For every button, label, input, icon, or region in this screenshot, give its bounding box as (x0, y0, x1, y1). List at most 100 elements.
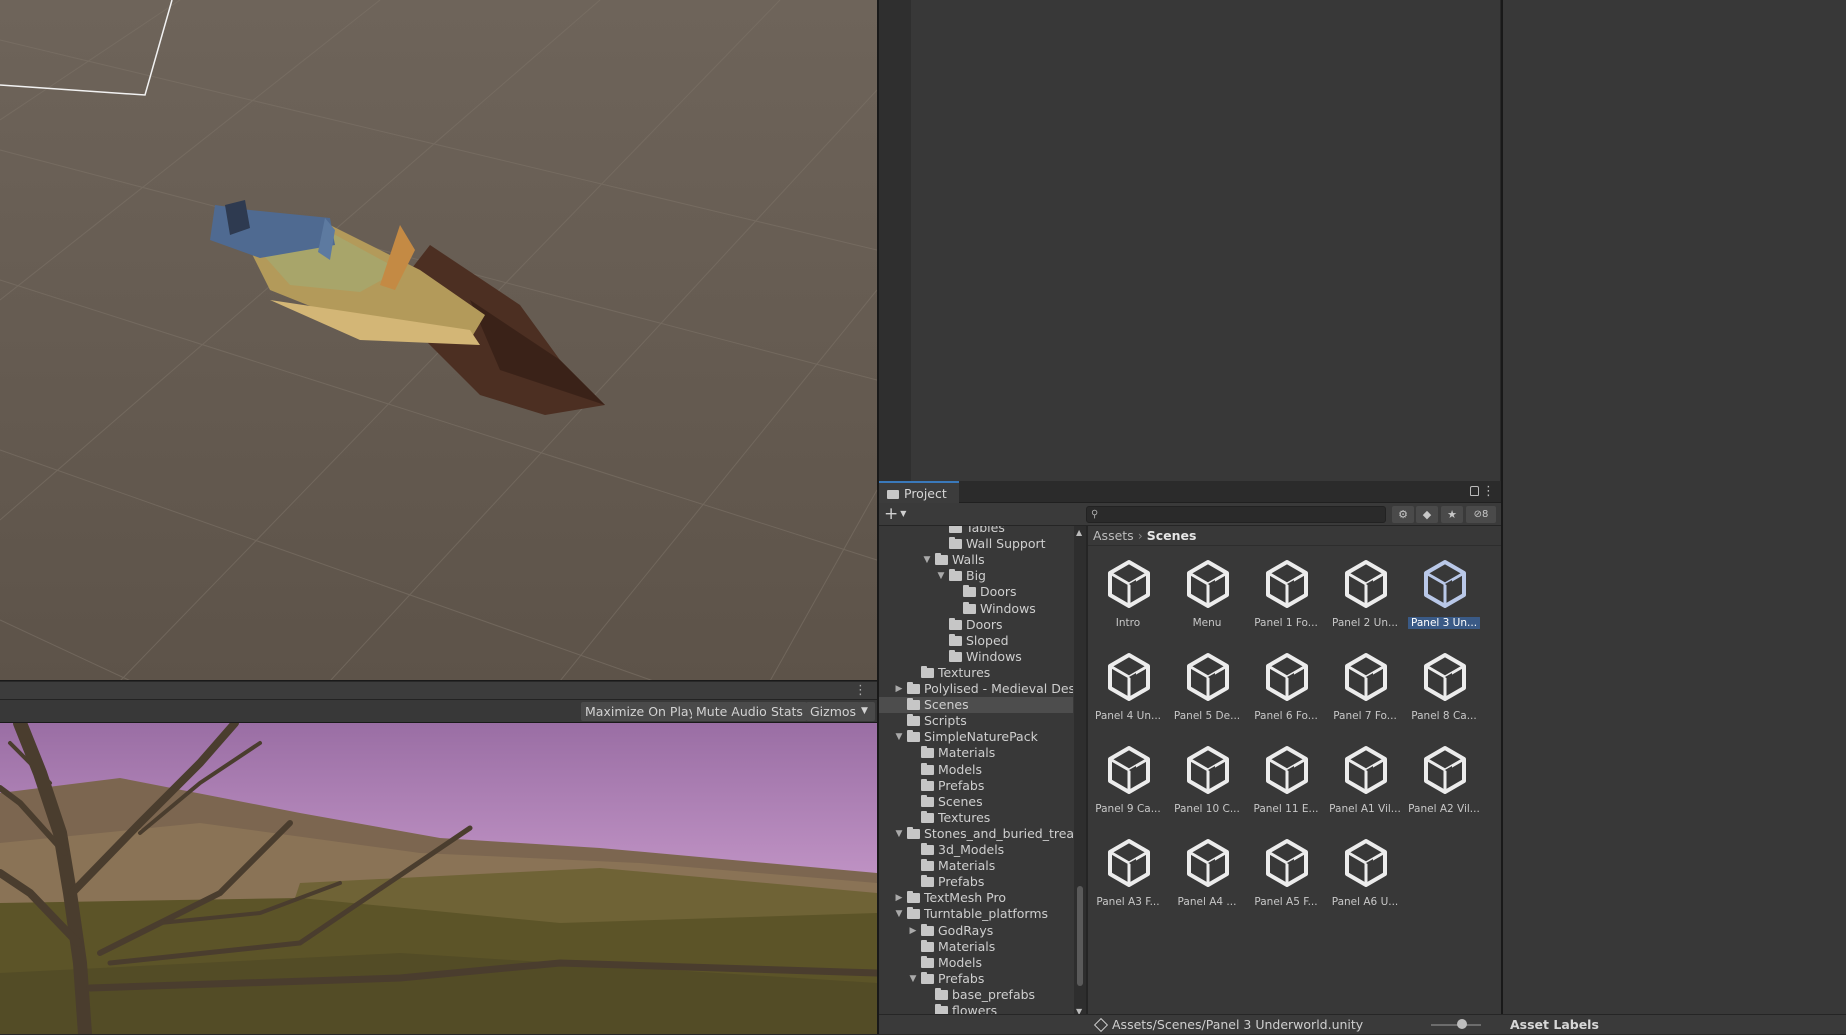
tree-item[interactable]: Prefabs (879, 874, 1073, 890)
chevron-right-icon[interactable]: ▶ (894, 890, 904, 906)
maximize-on-play-toggle[interactable]: Maximize On Play (581, 702, 700, 721)
create-asset-button[interactable]: + ▼ (884, 505, 914, 523)
scene-asset[interactable]: Panel A6 U... (1329, 836, 1401, 926)
chevron-down-icon[interactable]: ▼ (894, 826, 904, 842)
asset-labels-header[interactable]: Asset Labels (1501, 1014, 1846, 1034)
unity-scene-icon (1266, 839, 1308, 887)
tree-item[interactable]: Sloped (879, 633, 1073, 649)
tree-item[interactable]: Scenes (879, 697, 1073, 714)
tree-item[interactable]: Doors (879, 584, 1073, 600)
icon-size-slider-knob[interactable] (1457, 1019, 1467, 1029)
chevron-down-icon[interactable]: ▼ (894, 729, 904, 745)
scene-asset[interactable]: Panel 5 De... (1171, 650, 1243, 740)
tree-item[interactable]: Models (879, 955, 1073, 971)
scene-asset-label: Panel 7 Fo... (1333, 710, 1397, 722)
tree-item[interactable]: Scenes (879, 794, 1073, 810)
scroll-up-icon[interactable]: ▲ (1076, 528, 1082, 537)
search-input[interactable]: ⚲ (1086, 506, 1386, 523)
tab-project[interactable]: Project (879, 481, 959, 503)
scrollbar-thumb[interactable] (1077, 886, 1083, 986)
scene-asset[interactable]: Panel 10 C... (1171, 743, 1243, 833)
tree-item[interactable]: ▶ Polylised - Medieval Dese (879, 681, 1073, 697)
tree-item[interactable]: 3d_Models (879, 842, 1073, 858)
tree-item[interactable]: Scripts (879, 713, 1073, 729)
scene-asset[interactable]: Panel 3 Un... (1408, 557, 1480, 647)
tree-item[interactable]: ▶ GodRays (879, 923, 1073, 939)
scene-asset[interactable]: Panel 6 Fo... (1250, 650, 1322, 740)
gizmos-toggle[interactable]: Gizmos (806, 702, 861, 721)
folder-icon (921, 971, 934, 984)
game-view-menu-icon[interactable]: ⋮ (854, 682, 867, 700)
tree-item[interactable]: ▼ SimpleNaturePack (879, 729, 1073, 745)
tree-item[interactable]: base_prefabs (879, 987, 1073, 1003)
tree-item[interactable]: Tables (879, 526, 1073, 536)
unity-scene-icon (1345, 746, 1387, 794)
breadcrumb-assets[interactable]: Assets (1093, 528, 1134, 543)
chevron-right-icon[interactable]: ▶ (908, 923, 918, 939)
tree-item[interactable]: Windows (879, 649, 1073, 665)
favorites-star-icon[interactable]: ★ (1441, 506, 1463, 523)
scene-asset[interactable]: Panel A5 F... (1250, 836, 1322, 926)
scene-asset[interactable]: Panel A2 Vil... (1408, 743, 1480, 833)
search-by-type-icon[interactable]: ⚙ (1392, 506, 1414, 523)
tree-item[interactable]: Windows (879, 601, 1073, 617)
chevron-down-icon[interactable]: ▼ (908, 971, 918, 987)
unity-scene-icon (1424, 653, 1466, 701)
search-icon: ⚲ (1091, 509, 1099, 520)
tree-item[interactable]: Models (879, 762, 1073, 778)
folder-icon (949, 633, 962, 646)
unity-scene-icon (1345, 653, 1387, 701)
scene-asset[interactable]: Panel A4 ... (1171, 836, 1243, 926)
tree-item[interactable]: Prefabs (879, 778, 1073, 794)
tree-item[interactable]: Materials (879, 939, 1073, 955)
tree-item[interactable]: ▼ Turntable_platforms (879, 906, 1073, 922)
tree-item[interactable]: ▼ Walls (879, 552, 1073, 568)
chevron-right-icon[interactable]: ▶ (894, 681, 904, 697)
breadcrumb-scenes[interactable]: Scenes (1147, 528, 1197, 543)
search-by-label-icon[interactable]: ◆ (1416, 506, 1438, 523)
hidden-packages-toggle[interactable]: ⊘8 (1466, 506, 1496, 523)
tree-item[interactable]: Textures (879, 665, 1073, 681)
tree-item[interactable]: Materials (879, 745, 1073, 761)
tree-item[interactable]: ▼ Stones_and_buried_treasu (879, 826, 1073, 842)
tree-item[interactable]: flowers (879, 1003, 1073, 1014)
chevron-down-icon[interactable]: ▼ (922, 552, 932, 568)
scene-asset[interactable]: Panel A1 Vil... (1329, 743, 1401, 833)
scene-asset[interactable]: Panel 11 E... (1250, 743, 1322, 833)
folder-icon (949, 526, 962, 533)
icon-size-slider[interactable] (1431, 1024, 1481, 1026)
tree-item[interactable]: ▼ Prefabs (879, 971, 1073, 987)
chevron-down-icon[interactable]: ▼ (936, 568, 946, 584)
folder-tree-scrollbar[interactable]: ▲ ▼ (1074, 526, 1086, 1016)
tree-item[interactable]: ▼ Big (879, 568, 1073, 584)
game-view[interactable] (0, 723, 877, 1034)
scene-asset[interactable]: Panel A3 F... (1092, 836, 1164, 926)
scene-asset[interactable]: Menu (1171, 557, 1243, 647)
project-tabbar: Project ⋮ (879, 481, 1501, 503)
scene-asset-label: Panel A4 ... (1177, 896, 1237, 908)
tree-item[interactable]: ▶ TextMesh Pro (879, 890, 1073, 906)
scene-asset[interactable]: Panel 4 Un... (1092, 650, 1164, 740)
scene-asset[interactable]: Intro (1092, 557, 1164, 647)
tree-item[interactable]: Textures (879, 810, 1073, 826)
tab-menu-icon[interactable]: ⋮ (1482, 481, 1495, 503)
folder-tree[interactable]: Tables Wall Support ▼ Walls ▼ Big Doors Windows… (879, 526, 1073, 1014)
chevron-down-icon[interactable]: ▼ (894, 906, 904, 922)
tree-item[interactable]: Materials (879, 858, 1073, 874)
scene-asset[interactable]: Panel 1 Fo... (1250, 557, 1322, 647)
folder-icon (907, 682, 920, 694)
gizmos-dropdown-icon[interactable]: ▼ (858, 702, 875, 721)
mute-audio-toggle[interactable]: Mute Audio (692, 702, 771, 721)
scene-asset[interactable]: Panel 2 Un... (1329, 557, 1401, 647)
scene-asset-label: Panel 6 Fo... (1254, 710, 1318, 722)
tree-item[interactable]: Wall Support (879, 536, 1073, 552)
scene-asset[interactable]: Panel 9 Ca... (1092, 743, 1164, 833)
scene-view[interactable] (0, 0, 877, 681)
lock-icon[interactable] (1470, 486, 1479, 496)
stats-toggle[interactable]: Stats (767, 702, 807, 721)
scene-asset[interactable]: Panel 7 Fo... (1329, 650, 1401, 740)
scene-asset-label: Panel A2 Vil... (1408, 803, 1480, 815)
scene-asset[interactable]: Panel 8 Ca... (1408, 650, 1480, 740)
unity-scene-icon (1108, 560, 1150, 608)
tree-item[interactable]: Doors (879, 617, 1073, 633)
